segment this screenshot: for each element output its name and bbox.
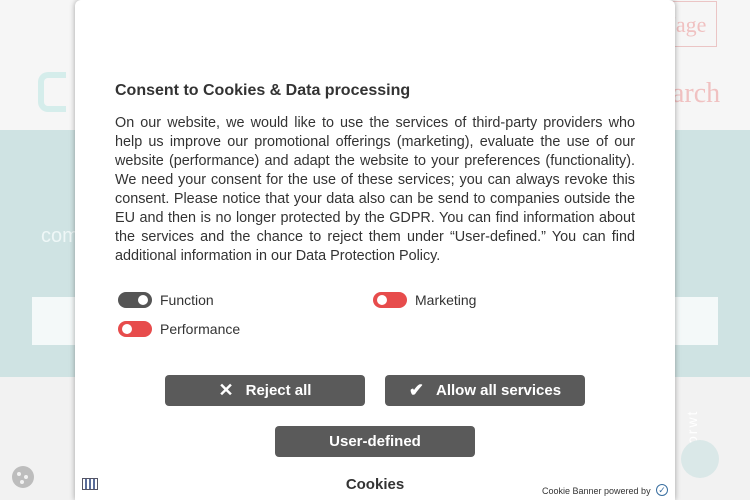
dialog-body-text: On our website, we would like to use the… bbox=[115, 115, 635, 264]
dialog-title: Consent to Cookies & Data processing bbox=[115, 82, 411, 99]
toggle-switch[interactable] bbox=[118, 321, 152, 337]
user-defined-label: User-defined bbox=[329, 433, 421, 450]
powered-by-text[interactable]: Cookie Banner powered by bbox=[542, 486, 651, 496]
cookie-consent-dialog: Consent to Cookies & Data processing On … bbox=[75, 0, 675, 500]
toggle-label-function: Function bbox=[160, 292, 214, 308]
toggle-switch[interactable] bbox=[118, 292, 152, 308]
checkmark-icon: ✔ bbox=[408, 380, 424, 400]
close-icon: ✕ bbox=[218, 380, 234, 400]
toggle-function[interactable]: Function bbox=[118, 292, 214, 308]
toggle-switch[interactable] bbox=[373, 292, 407, 308]
user-defined-button[interactable]: User-defined bbox=[275, 426, 475, 457]
shield-check-icon[interactable]: ✓ bbox=[656, 484, 668, 496]
allow-all-button[interactable]: ✔ Allow all services bbox=[385, 375, 585, 406]
reject-all-label: Reject all bbox=[245, 382, 312, 399]
toggle-label-marketing: Marketing bbox=[415, 292, 477, 308]
page: Nage arch com stry orwt Consent to Cooki… bbox=[0, 0, 750, 500]
reject-all-button[interactable]: ✕ Reject all bbox=[165, 375, 365, 406]
toggle-marketing[interactable]: Marketing bbox=[373, 292, 476, 308]
toggle-performance[interactable]: Performance bbox=[118, 321, 240, 337]
allow-all-label: Allow all services bbox=[436, 382, 562, 399]
toggle-label-performance: Performance bbox=[160, 321, 241, 337]
